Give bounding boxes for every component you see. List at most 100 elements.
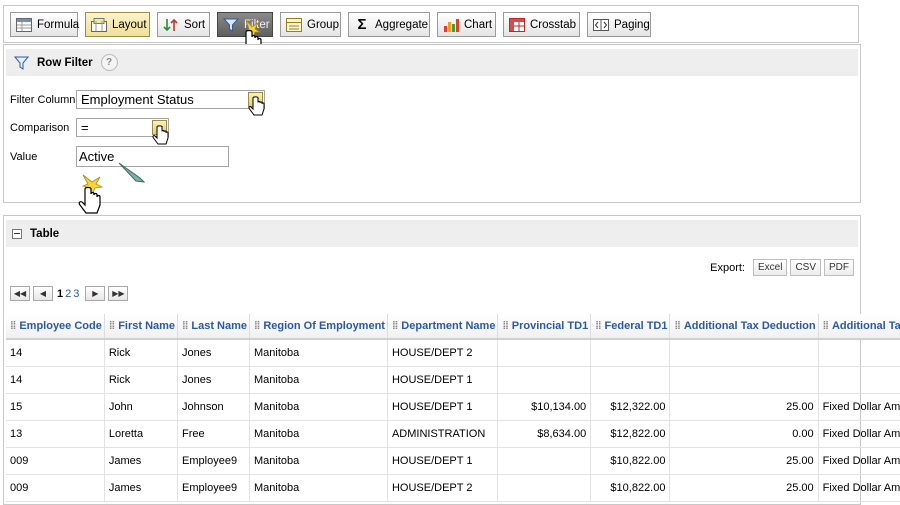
table-cell xyxy=(497,339,592,367)
table-cell: 25.00 xyxy=(669,393,819,421)
crosstab-button[interactable]: Crosstab xyxy=(503,12,580,37)
table-header-row: ⁞⁞ Employee Code ⁞⁞ First Name ⁞⁞ Last Name… xyxy=(6,314,900,340)
table-cell: 25.00 xyxy=(669,474,819,502)
column-header[interactable]: ⁞⁞ First Name xyxy=(104,314,179,340)
drag-handle-icon[interactable]: ⁞⁞ xyxy=(392,320,398,332)
column-header[interactable]: ⁞⁞ Federal TD1 xyxy=(590,314,671,340)
table-row: 13 Loretta Free Manitoba ADMINISTRATION … xyxy=(6,420,900,448)
column-header-label: Additional Tax Type xyxy=(831,320,900,332)
table-cell: Rick xyxy=(104,339,179,367)
formula-button[interactable]: Formula xyxy=(10,12,79,37)
column-header[interactable]: ⁞⁞Additional Tax Type xyxy=(818,314,900,340)
filter-column-select[interactable]: Employment Status xyxy=(76,90,265,109)
chevron-down-icon[interactable] xyxy=(248,92,263,107)
drag-handle-icon[interactable]: ⁞⁞ xyxy=(674,320,680,332)
column-header[interactable]: ⁞⁞ Last Name xyxy=(177,314,251,340)
filter-button[interactable]: Filter xyxy=(217,12,273,37)
table-cell: 009 xyxy=(6,474,105,502)
drag-handle-icon[interactable]: ⁞⁞ xyxy=(182,320,188,332)
table-cell: HOUSE/DEPT 2 xyxy=(387,474,499,502)
table-cell: Fixed Dollar Amount xyxy=(818,420,900,448)
export-pdf-button[interactable]: PDF xyxy=(824,259,854,276)
sort-icon xyxy=(163,18,179,32)
drag-handle-icon[interactable]: ⁞⁞ xyxy=(595,320,601,332)
table-cell xyxy=(590,339,671,367)
table-title: Table xyxy=(30,227,60,240)
chart-button[interactable]: Chart xyxy=(437,12,496,37)
table-cell: Fixed Dollar Amount xyxy=(818,393,900,421)
page-link[interactable]: 2 xyxy=(65,288,71,300)
export-excel-button[interactable]: Excel xyxy=(752,259,788,276)
layout-icon xyxy=(91,17,107,32)
table-cell: 14 xyxy=(6,366,105,394)
export-label: Export: xyxy=(710,261,745,274)
column-header-label: Provincial TD1 xyxy=(511,320,589,332)
collapse-icon[interactable] xyxy=(12,228,22,239)
aggregate-button[interactable]: Σ Aggregate xyxy=(348,12,430,37)
sort-button[interactable]: Sort xyxy=(157,12,210,37)
table-cell: $10,822.00 xyxy=(590,447,671,475)
table-cell: James xyxy=(104,447,179,475)
report-toolbar: Formula Layout Sort Filter Group Σ Aggre… xyxy=(3,5,859,43)
table-cell: HOUSE/DEPT 1 xyxy=(387,393,499,421)
sort-button-label: Sort xyxy=(184,18,206,31)
column-header[interactable]: ⁞⁞ Additional Tax Deduction xyxy=(669,314,819,340)
table-cell xyxy=(497,474,592,502)
table-cell: 15 xyxy=(6,393,105,421)
prev-page-icon[interactable]: ◀ xyxy=(33,286,53,301)
table-cell xyxy=(669,339,819,367)
last-page-icon[interactable]: ▶▶ xyxy=(108,286,129,301)
table-cell: $12,822.00 xyxy=(590,420,671,448)
drag-handle-icon[interactable]: ⁞⁞ xyxy=(254,320,260,332)
table-header: Table xyxy=(6,220,858,247)
column-header-label: Department Name xyxy=(401,320,496,332)
table-cell: 0.00 xyxy=(669,420,819,448)
column-header-label: Region Of Employment xyxy=(263,320,385,332)
comparison-select[interactable]: = xyxy=(76,118,169,137)
table-cell: Fixed Dollar Amount xyxy=(818,447,900,475)
sigma-icon: Σ xyxy=(357,16,367,33)
column-header-label: Additional Tax Deduction xyxy=(683,320,816,332)
table-cell: Manitoba xyxy=(249,420,388,448)
chevron-down-icon[interactable] xyxy=(152,120,167,135)
table-cell xyxy=(818,366,900,394)
export-csv-button[interactable]: CSV xyxy=(790,259,821,276)
column-header-label: Employee Code xyxy=(19,320,102,332)
help-icon[interactable]: ? xyxy=(100,54,118,71)
table-panel: Table Export: Excel CSV PDF ◀◀ ◀ 1 2 3 ▶… xyxy=(3,215,900,505)
drag-handle-icon[interactable]: ⁞⁞ xyxy=(823,320,829,332)
table-cell: Jones xyxy=(177,339,251,367)
column-header[interactable]: ⁞⁞ Region Of Employment xyxy=(249,314,388,340)
data-table: ⁞⁞ Employee Code ⁞⁞ First Name ⁞⁞ Last Name… xyxy=(6,314,900,502)
group-button-label: Group xyxy=(307,18,339,31)
table-cell: Manitoba xyxy=(249,366,388,394)
paging-button[interactable]: Paging xyxy=(587,12,651,37)
column-header[interactable]: ⁞⁞ Employee Code xyxy=(6,314,105,340)
table-cell: Employee9 xyxy=(177,447,251,475)
value-input[interactable]: Active xyxy=(76,146,229,167)
chart-icon xyxy=(443,18,459,32)
table-cell: Johnson xyxy=(177,393,251,421)
table-cell: Loretta xyxy=(104,420,179,448)
column-header-label: First Name xyxy=(118,320,176,332)
group-button[interactable]: Group xyxy=(280,12,341,37)
drag-handle-icon[interactable]: ⁞⁞ xyxy=(502,320,508,332)
filter-button-label: Filter xyxy=(244,18,270,31)
drag-handle-icon[interactable]: ⁞⁞ xyxy=(10,320,16,332)
next-page-icon[interactable]: ▶ xyxy=(85,286,106,301)
drag-handle-icon[interactable]: ⁞⁞ xyxy=(109,320,115,332)
first-page-icon[interactable]: ◀◀ xyxy=(10,286,30,301)
table-cell: $10,822.00 xyxy=(590,474,671,502)
layout-button[interactable]: Layout xyxy=(85,12,150,37)
column-header-label: Last Name xyxy=(191,320,248,332)
layout-button-label: Layout xyxy=(112,18,147,31)
table-cell: Free xyxy=(177,420,251,448)
table-cell xyxy=(497,366,592,394)
column-header-label: Federal TD1 xyxy=(604,320,668,332)
page-link[interactable]: 3 xyxy=(73,288,79,300)
column-header[interactable]: ⁞⁞ Provincial TD1 xyxy=(497,314,592,340)
pager: ◀◀ ◀ 1 2 3 ▶ ▶▶ xyxy=(10,286,131,301)
current-page: 1 xyxy=(57,287,64,300)
column-header[interactable]: ⁞⁞ Department Name xyxy=(387,314,499,340)
table-row: 14 Rick Jones Manitoba HOUSE/DEPT 2 xyxy=(6,339,900,367)
